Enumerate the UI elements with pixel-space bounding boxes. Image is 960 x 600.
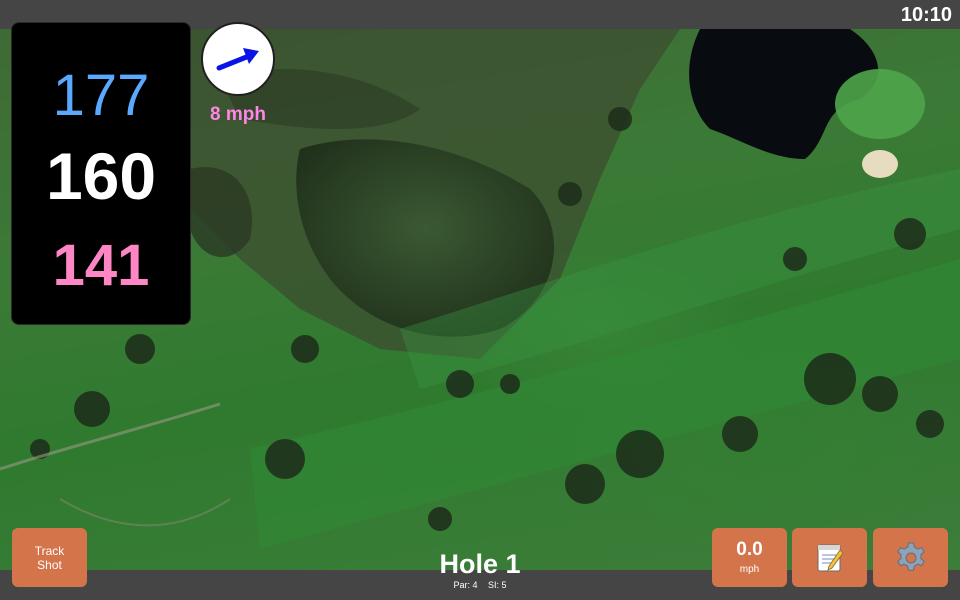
cart-path [0,402,221,471]
hole-par: Par: 4 [453,580,478,590]
track-shot-button[interactable]: Track Shot [12,528,87,587]
distance-panel: 177 160 141 [11,22,191,325]
hole-details: Par: 4 SI: 5 [380,580,580,590]
bunker [862,150,898,178]
wind-indicator [201,22,275,96]
putting-green [835,69,925,139]
speed-button[interactable]: 0.0 mph [712,528,787,587]
note-icon [817,544,844,571]
distance-front: 141 [52,233,150,298]
distance-middle: 160 [45,139,157,213]
clock: 10:10 [900,4,952,26]
distance-back: 177 [52,63,150,128]
hole-stroke-index: SI: 5 [488,580,507,590]
settings-button[interactable] [873,528,948,587]
wind-speed: 8 mph [210,104,266,125]
speed-value: 0.0 [736,538,763,560]
hole-title: Hole 1 [439,549,521,579]
gear-icon [896,542,925,571]
scorecard-button[interactable] [792,528,867,587]
speed-unit: mph [739,563,760,575]
track-shot-label-line1: Track [34,543,65,558]
hole-info: Hole 1 Par: 4 SI: 5 [380,548,580,590]
wind-arrow-icon [216,48,259,71]
golf-gps-screen: 10:10 177 160 141 8 mph Hole 1 Par: 4 SI… [0,0,960,600]
cart-path [59,498,231,527]
track-shot-label-line2: Shot [37,557,62,572]
